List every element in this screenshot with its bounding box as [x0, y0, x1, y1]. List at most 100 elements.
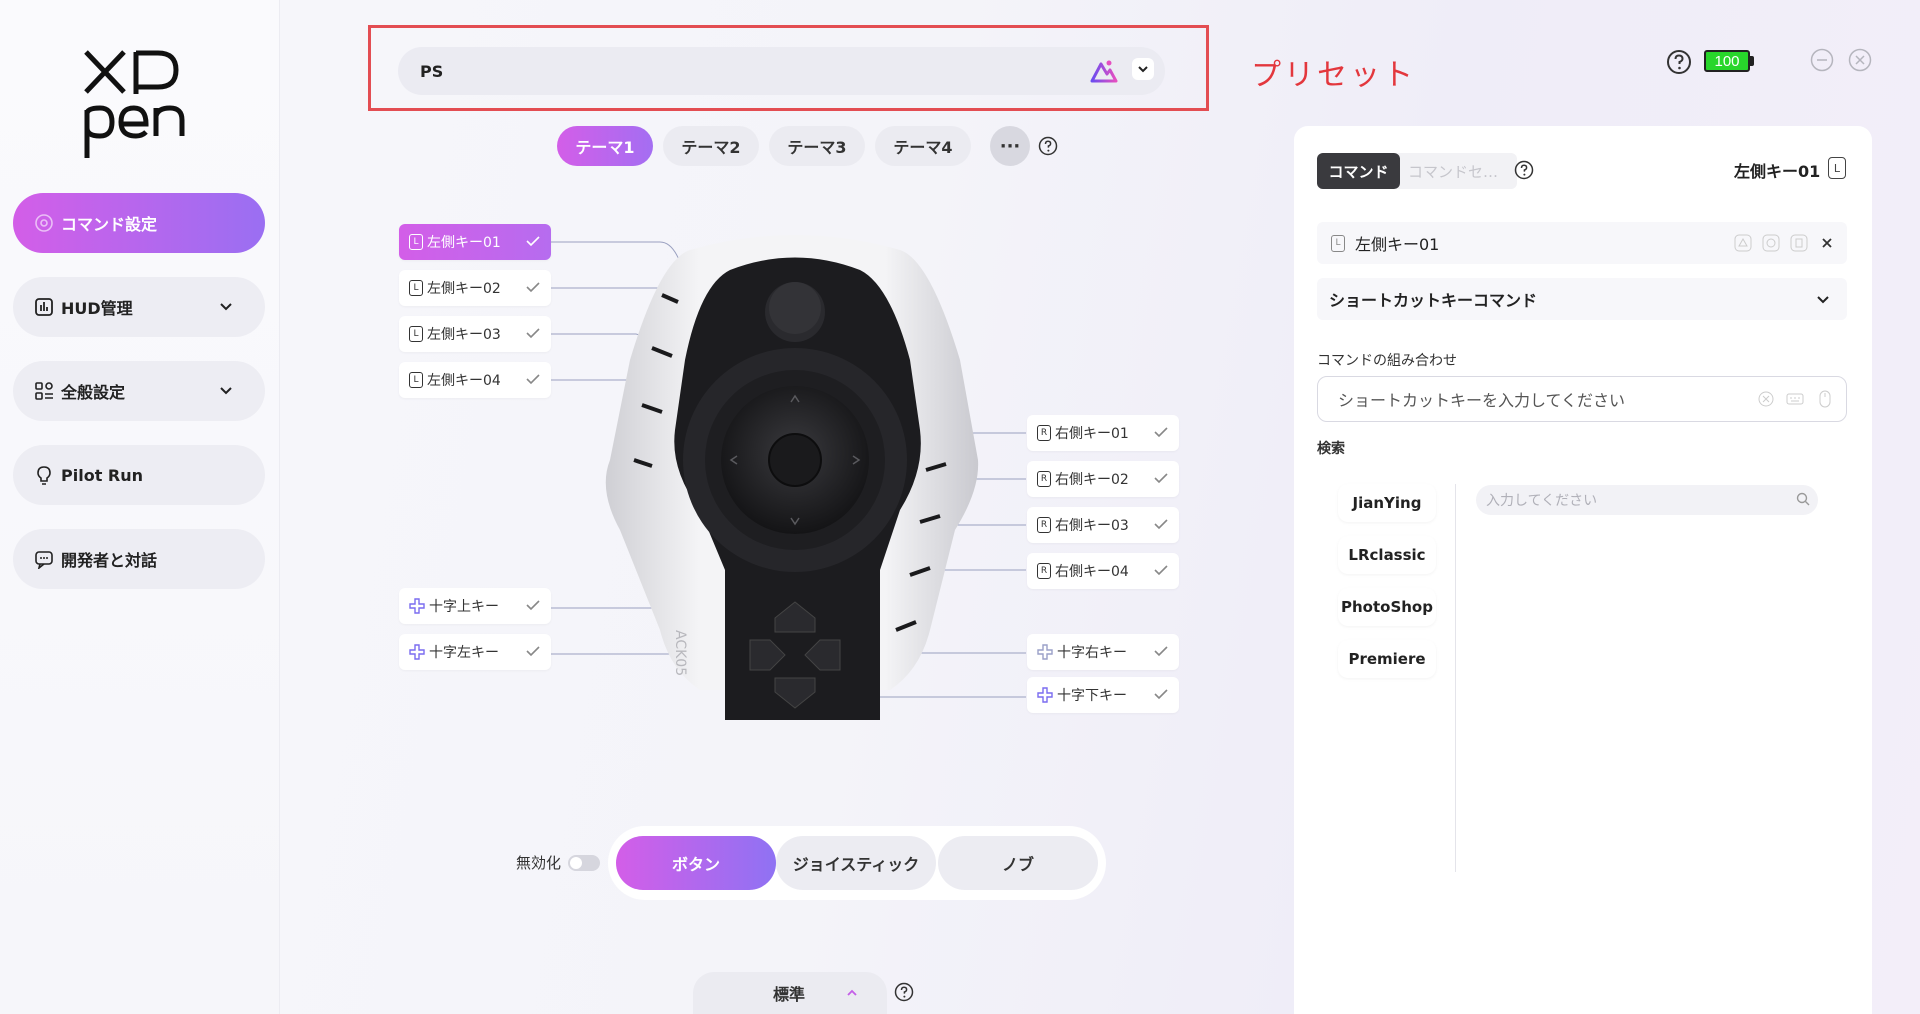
check-icon [1154, 689, 1168, 700]
close-icon[interactable] [1848, 48, 1872, 72]
sidebar-item-label: HUD管理 [61, 299, 133, 318]
key-dpad-down[interactable]: 十字下キー [1027, 677, 1179, 713]
disable-toggle[interactable] [568, 855, 600, 871]
sidebar-item-developer-chat[interactable]: 開発者と対話 [13, 529, 265, 589]
key-right-02[interactable]: R 右側キー02 [1027, 461, 1179, 497]
app-item-photoshop[interactable]: PhotoShop [1338, 588, 1436, 626]
sidebar-item-pilot-run[interactable]: Pilot Run [13, 445, 265, 505]
key-label-text: 右側キー03 [1055, 518, 1129, 534]
sidebar: コマンド設定 HUD管理 全般設定 Pilot Run 開発者と対話 [0, 0, 280, 1014]
sidebar-item-general-settings[interactable]: 全般設定 [13, 361, 265, 421]
app-icon [1090, 60, 1118, 83]
mode-knob[interactable]: ノブ [938, 836, 1098, 890]
app-item-premiere[interactable]: Premiere [1338, 640, 1436, 678]
check-icon [1154, 646, 1168, 657]
key-left-03[interactable]: L 左側キー03 [399, 316, 551, 352]
clear-icon[interactable] [1757, 390, 1775, 408]
dpad-icon [1037, 687, 1053, 703]
key-right-04[interactable]: R 右側キー04 [1027, 553, 1179, 589]
check-icon [1154, 519, 1168, 530]
mode-joystick[interactable]: ジョイスティック [776, 836, 936, 890]
command-type-select[interactable]: ショートカットキーコマンド [1317, 278, 1847, 320]
key-dpad-up[interactable]: 十字上キー [399, 588, 551, 624]
key-label-text: 十字上キー [429, 599, 499, 615]
sidebar-item-hud[interactable]: HUD管理 [13, 277, 265, 337]
check-icon [526, 646, 540, 657]
divider [1455, 484, 1456, 872]
search-icon[interactable] [1796, 492, 1810, 506]
minimize-icon[interactable] [1810, 48, 1834, 72]
tab-theme-2[interactable]: テーマ2 [663, 126, 759, 166]
search-label: 検索 [1317, 441, 1345, 457]
left-key-icon: L [409, 234, 423, 250]
key-left-01[interactable]: L 左側キー01 [399, 224, 551, 260]
chart-icon [33, 296, 55, 318]
right-key-icon: R [1037, 517, 1051, 533]
grid-icon [33, 380, 55, 402]
mouse-icon[interactable] [1816, 390, 1834, 408]
tab-theme-1[interactable]: テーマ1 [557, 126, 653, 166]
check-icon [1154, 427, 1168, 438]
key-label-text: 十字左キー [429, 645, 499, 661]
keyboard-icon[interactable] [1786, 390, 1804, 408]
mode-button[interactable]: ボタン [616, 836, 776, 890]
key-left-02[interactable]: L 左側キー02 [399, 270, 551, 306]
key-label-text: 右側キー04 [1055, 564, 1129, 580]
tab-theme-3[interactable]: テーマ3 [769, 126, 865, 166]
key-left-04[interactable]: L 左側キー04 [399, 362, 551, 398]
app-item-jianying[interactable]: JianYing [1338, 484, 1436, 522]
battery-indicator: 100 [1704, 50, 1750, 72]
chevron-up-icon [847, 989, 857, 996]
tab-command[interactable]: コマンド [1317, 153, 1400, 189]
tab-command-set[interactable]: コマンドセ… [1404, 153, 1514, 189]
left-key-icon: L [409, 280, 423, 296]
xppen-logo [84, 50, 185, 158]
help-icon[interactable] [1666, 49, 1692, 75]
dpad-icon [409, 598, 425, 614]
panel-key-title: 左側キー01 [1734, 162, 1821, 181]
sidebar-item-label: コマンド設定 [61, 215, 158, 234]
app-item-lrclassic[interactable]: LRclassic [1338, 536, 1436, 574]
theme-more-button[interactable]: ··· [990, 126, 1030, 166]
command-icon [33, 212, 55, 234]
key-dpad-right[interactable]: 十字右キー [1027, 634, 1179, 670]
left-key-icon: L [1331, 234, 1345, 252]
triangle-icon[interactable] [1734, 234, 1752, 252]
battery-cap [1750, 56, 1754, 66]
square-icon[interactable] [1790, 234, 1808, 252]
left-key-icon: L [409, 372, 423, 388]
dpad-icon [409, 644, 425, 660]
sidebar-item-command-settings[interactable]: コマンド設定 [13, 193, 265, 253]
search-input[interactable]: 入力してください [1476, 485, 1818, 515]
preset-value: PS [420, 61, 444, 81]
chevron-down-icon [1817, 296, 1829, 304]
check-icon [1154, 565, 1168, 576]
combo-label: コマンドの組み合わせ [1317, 353, 1457, 369]
sidebar-item-label: Pilot Run [61, 465, 144, 485]
key-label-text: 左側キー03 [427, 327, 501, 343]
key-label-text: 左側キー04 [427, 373, 501, 389]
selected-key-label: 左側キー01 [1355, 235, 1440, 254]
help-icon[interactable] [894, 982, 914, 1002]
check-icon [526, 328, 540, 339]
preset-select[interactable]: PS [398, 47, 1165, 95]
right-key-icon: R [1037, 563, 1051, 579]
help-icon[interactable] [1514, 160, 1534, 180]
left-key-icon: L [409, 326, 423, 342]
key-label-text: 右側キー01 [1055, 426, 1129, 442]
key-dpad-left[interactable]: 十字左キー [399, 634, 551, 670]
preset-dropdown-button[interactable] [1132, 58, 1154, 80]
help-icon[interactable] [1038, 136, 1058, 156]
bulb-icon [33, 464, 55, 486]
key-right-03[interactable]: R 右側キー03 [1027, 507, 1179, 543]
mode-selector: ボタン ジョイスティック ノブ [608, 826, 1106, 900]
key-label-text: 右側キー02 [1055, 472, 1129, 488]
close-icon[interactable] [1818, 234, 1836, 252]
circle-icon[interactable] [1762, 234, 1780, 252]
check-icon [526, 282, 540, 293]
chevron-down-icon [220, 303, 232, 311]
tab-theme-4[interactable]: テーマ4 [875, 126, 971, 166]
check-icon [526, 374, 540, 385]
svg-text:ACK05: ACK05 [672, 630, 688, 676]
key-right-01[interactable]: R 右側キー01 [1027, 415, 1179, 451]
